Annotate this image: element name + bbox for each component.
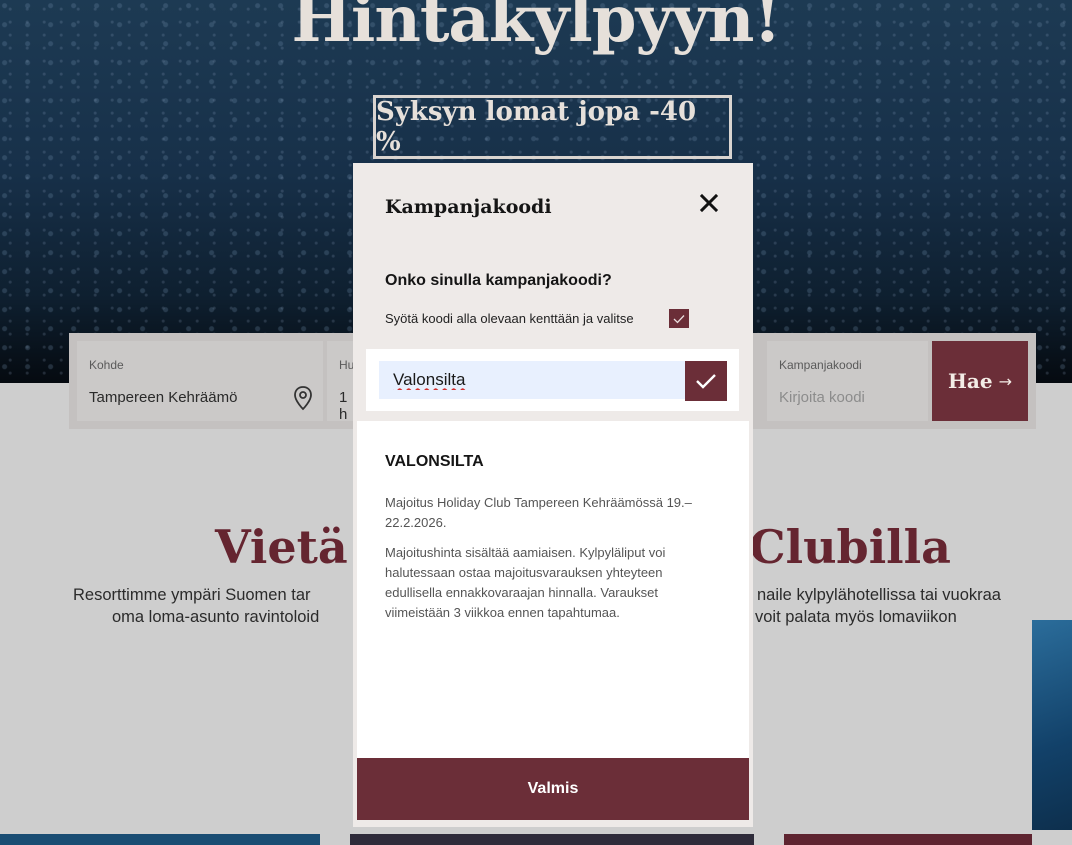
hero-title: Hintakylpyyn! (291, 0, 782, 57)
destination-field[interactable]: Kohde Tampereen Kehräämö (77, 341, 323, 421)
card-image-3[interactable] (784, 834, 1032, 845)
destination-value: Tampereen Kehräämö (89, 389, 238, 406)
campaign-code-dialog: Kampanjakoodi Onko sinulla kampanjakoodi… (353, 163, 753, 827)
result-description-1: Majoitus Holiday Club Tampereen Kehräämö… (385, 495, 692, 530)
code-input-row (366, 349, 739, 411)
section-text-line2-left: oma loma-asunto ravintoloid (112, 608, 320, 626)
close-icon[interactable] (695, 189, 723, 217)
side-image (1032, 620, 1072, 830)
code-input[interactable] (379, 361, 685, 399)
search-button[interactable]: Hae → (932, 341, 1028, 421)
campaign-code-field[interactable]: Kampanjakoodi Kirjoita koodi (767, 341, 928, 421)
result-description-2: Majoitushinta sisältää aamiaisen. Kylpyl… (385, 545, 666, 620)
destination-label: Kohde (89, 358, 124, 372)
section-text-line2-right: voit palata myös lomaviikon (755, 608, 957, 626)
code-result-panel: VALONSILTA Majoitus Holiday Club Tampere… (357, 421, 749, 758)
done-button[interactable]: Valmis (357, 758, 749, 820)
section-title-right: Clubilla (749, 520, 951, 574)
result-title: VALONSILTA (385, 453, 484, 470)
section-text-line1-left: Resorttimme ympäri Suomen tar (73, 586, 311, 604)
dialog-title: Kampanjakoodi (385, 196, 552, 218)
check-icon-inline (669, 309, 689, 328)
card-image-2[interactable] (350, 834, 754, 845)
check-icon (696, 374, 716, 389)
hero-offer-badge[interactable]: Syksyn lomat jopa -40 % (373, 95, 732, 159)
apply-code-button[interactable] (685, 361, 727, 401)
dialog-instruction: Syötä koodi alla olevaan kenttään ja val… (385, 311, 634, 326)
card-image-1[interactable] (0, 834, 320, 845)
dialog-question: Onko sinulla kampanjakoodi? (385, 272, 612, 289)
campaign-code-label: Kampanjakoodi (779, 358, 862, 372)
arrow-right-icon: → (998, 371, 1012, 391)
location-pin-icon (294, 386, 312, 411)
section-text-line1-right: naile kylpylähotellissa tai vuokraa (757, 586, 1001, 604)
campaign-code-placeholder: Kirjoita koodi (779, 389, 865, 406)
search-button-label: Hae (948, 369, 993, 393)
